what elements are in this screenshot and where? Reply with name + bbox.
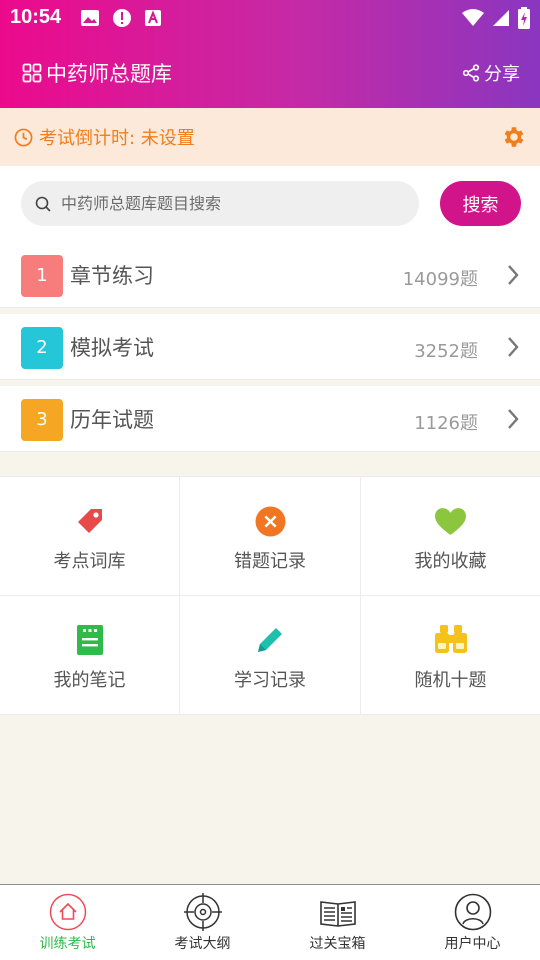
grid-item-label: 我的笔记 xyxy=(53,670,126,691)
search-input[interactable] xyxy=(61,194,391,213)
search-icon xyxy=(35,196,51,212)
tab-label: 训练考试 xyxy=(39,936,96,952)
close-circle-icon xyxy=(255,506,285,536)
feature-grid: 考点词库 错题记录 我的收藏 我的笔记 学习记录 随机十题 xyxy=(0,476,540,715)
notebook-icon xyxy=(76,625,103,655)
chevron-right-icon xyxy=(508,265,519,285)
font-icon xyxy=(145,10,161,26)
grid-item-label: 我的收藏 xyxy=(414,551,487,572)
search-box[interactable] xyxy=(21,181,419,226)
tab-label: 过关宝箱 xyxy=(309,936,366,952)
list-item-label: 模拟考试 xyxy=(70,336,154,360)
grid-item-random-ten[interactable]: 随机十题 xyxy=(361,596,540,715)
list-item-chapter-practice[interactable]: 1 章节练习 14099题 xyxy=(0,242,540,308)
share-button[interactable]: 分享 xyxy=(462,60,520,86)
chevron-right-icon xyxy=(508,337,519,357)
list-item-number-badge: 1 xyxy=(21,255,63,297)
grid-item-key-points[interactable]: 考点词库 xyxy=(0,477,180,596)
image-icon xyxy=(81,10,99,26)
tab-training-exam[interactable]: 训练考试 xyxy=(0,885,135,960)
news-book-icon xyxy=(319,901,356,927)
app-header: 10:54 中药师总题库 分享 xyxy=(0,0,540,108)
grid-item-label: 考点词库 xyxy=(53,551,126,572)
grid-item-wrong-answers[interactable]: 错题记录 xyxy=(180,477,361,596)
grid-icon xyxy=(22,63,42,83)
bottom-tab-bar: 训练考试 考试大纲 过关宝箱 用户中心 xyxy=(0,884,540,960)
list-item-count: 3252题 xyxy=(414,341,478,362)
share-label: 分享 xyxy=(484,64,520,85)
tab-exam-outline[interactable]: 考试大纲 xyxy=(135,885,270,960)
user-icon xyxy=(454,893,491,931)
list-item-number-badge: 2 xyxy=(21,327,63,369)
app-title-text: 中药师总题库 xyxy=(46,62,172,86)
grid-item-notes[interactable]: 我的笔记 xyxy=(0,596,180,715)
exam-countdown-bar[interactable]: 考试倒计时: 未设置 xyxy=(0,108,540,166)
chevron-right-icon xyxy=(508,409,519,429)
binoculars-icon xyxy=(434,625,467,653)
target-icon xyxy=(183,893,222,931)
list-item-past-exams[interactable]: 3 历年试题 1126题 xyxy=(0,386,540,452)
gear-icon[interactable] xyxy=(500,124,526,150)
status-notification-icons xyxy=(80,8,162,28)
clock-icon xyxy=(14,128,33,146)
list-item-number-badge: 3 xyxy=(21,399,63,441)
alert-icon xyxy=(113,9,131,27)
grid-item-label: 错题记录 xyxy=(234,551,306,572)
tab-user-center[interactable]: 用户中心 xyxy=(405,885,540,960)
grid-item-study-record[interactable]: 学习记录 xyxy=(180,596,361,715)
list-item-label: 历年试题 xyxy=(70,408,154,432)
status-time: 10:54 xyxy=(10,6,62,28)
list-item-mock-exam[interactable]: 2 模拟考试 3252题 xyxy=(0,314,540,380)
home-icon xyxy=(49,893,86,931)
tab-pass-treasure[interactable]: 过关宝箱 xyxy=(270,885,405,960)
grid-item-label: 随机十题 xyxy=(414,670,487,691)
battery-icon xyxy=(518,7,530,29)
status-system-icons xyxy=(462,7,530,29)
list-item-label: 章节练习 xyxy=(70,264,154,288)
status-bar: 10:54 xyxy=(0,0,540,36)
practice-list: 1 章节练习 14099题 2 模拟考试 3252题 3 历年试题 1126题 xyxy=(0,242,540,452)
heart-icon xyxy=(435,507,466,535)
title-bar: 中药师总题库 分享 xyxy=(0,52,540,92)
list-item-count: 14099题 xyxy=(402,269,478,290)
grid-item-label: 学习记录 xyxy=(234,670,306,691)
tag-icon xyxy=(77,509,102,533)
grid-item-favorites[interactable]: 我的收藏 xyxy=(361,477,540,596)
signal-icon xyxy=(493,10,509,26)
list-item-count: 1126题 xyxy=(414,413,478,434)
share-icon xyxy=(462,64,480,82)
search-button[interactable]: 搜索 xyxy=(440,181,521,226)
pencil-icon xyxy=(258,628,282,652)
tab-label: 用户中心 xyxy=(444,936,501,952)
search-section: 搜索 xyxy=(0,166,540,242)
app-title: 中药师总题库 xyxy=(22,58,172,88)
countdown-text: 考试倒计时: 未设置 xyxy=(39,128,195,149)
wifi-icon xyxy=(462,9,484,26)
tab-label: 考试大纲 xyxy=(174,936,231,952)
